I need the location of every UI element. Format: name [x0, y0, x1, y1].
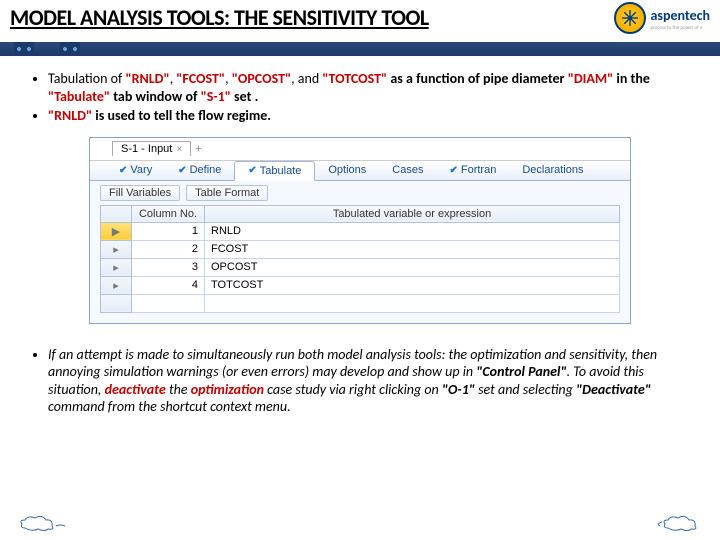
decorative-ribbon — [0, 42, 720, 56]
cell-num[interactable]: 2 — [132, 240, 205, 258]
text: as a function of pipe diameter — [387, 70, 568, 87]
row-handle[interactable]: ▶ — [101, 222, 132, 240]
keyword: "TOTCOST" — [322, 70, 387, 87]
corner-cell — [101, 205, 132, 222]
table-row-empty[interactable] — [101, 294, 620, 312]
tab-tabulate[interactable]: ✔ Tabulate — [234, 161, 315, 181]
fill-variables-button[interactable]: Fill Variables — [100, 185, 180, 201]
logo-text: aspentech — [650, 7, 710, 24]
app-screenshot: S-1 - Input × + ✔Vary ✔Define ✔Tabulate … — [89, 137, 631, 324]
cell-num[interactable]: 4 — [132, 276, 205, 294]
tab-label: S-1 - Input — [121, 143, 172, 155]
keyword: "OPCOST" — [232, 70, 291, 87]
tab-label: Cases — [392, 164, 423, 176]
bottom-notes: If an attempt is made to simultaneously … — [0, 332, 720, 416]
tab-label: Declarations — [522, 164, 583, 176]
text: set . — [231, 88, 258, 105]
cell-value[interactable] — [205, 294, 620, 312]
cell-value[interactable]: TOTCOST — [205, 276, 620, 294]
table-row[interactable]: ▸ 4 TOTCOST — [101, 276, 620, 294]
text: the — [166, 381, 191, 398]
keyword: "Deactivate" — [576, 381, 651, 398]
keyword: "DIAM" — [568, 70, 614, 87]
bullet-list-top: Tabulation of "RNLD", "FCOST", "OPCOST",… — [30, 70, 690, 125]
tab-declarations[interactable]: Declarations — [509, 161, 596, 180]
tab-label: Fortran — [461, 164, 496, 176]
check-icon: ✔ — [119, 165, 127, 176]
text: set and selecting — [475, 381, 576, 398]
cell-value[interactable]: RNLD — [205, 222, 620, 240]
logo-icon — [614, 2, 646, 34]
tab-cases[interactable]: Cases — [379, 161, 436, 180]
tab-label: Vary — [130, 164, 152, 176]
tab-fortran[interactable]: ✔ Fortran — [436, 161, 509, 180]
table-format-button[interactable]: Table Format — [186, 185, 268, 201]
text: Tabulation of — [48, 70, 125, 87]
row-handle[interactable]: ▸ — [101, 276, 132, 294]
tab-label: Define — [190, 164, 222, 176]
keyword: "S-1" — [201, 88, 231, 105]
col-header-expression[interactable]: Tabulated variable or expression — [205, 205, 620, 222]
tab-label: Options — [328, 164, 366, 176]
keyword: "RNLD" — [125, 70, 169, 87]
window-tab[interactable]: S-1 - Input × — [112, 141, 191, 156]
check-icon: ✔ — [248, 165, 256, 176]
keyword: "RNLD" — [48, 107, 92, 124]
brand-logo: aspentech process to the power of e — [614, 2, 710, 34]
main-tabs: ✔Vary ✔Define ✔Tabulate Options Cases ✔F… — [90, 161, 630, 181]
row-handle[interactable] — [101, 294, 132, 312]
sub-toolbar: Fill Variables Table Format — [90, 181, 630, 205]
bullet-2: "RNLD" is used to tell the flow regime. — [48, 107, 690, 125]
text: in the — [613, 70, 650, 87]
text: is used to tell the flow regime. — [92, 107, 271, 124]
tab-vary[interactable]: ✔Vary — [106, 161, 165, 180]
decorative-footer — [0, 514, 720, 534]
keyword: "Tabulate" — [48, 88, 110, 105]
cell-value[interactable]: OPCOST — [205, 258, 620, 276]
cell-num[interactable] — [132, 294, 205, 312]
table-row[interactable]: ▸ 3 OPCOST — [101, 258, 620, 276]
keyword: optimization — [191, 381, 264, 398]
logo-tagline: process to the power of e — [650, 25, 710, 31]
content-area: Tabulation of "RNLD", "FCOST", "OPCOST",… — [0, 56, 720, 324]
text: , and — [291, 70, 322, 87]
row-handle[interactable]: ▸ — [101, 258, 132, 276]
cloud-icon — [20, 514, 80, 530]
keyword: "FCOST" — [176, 70, 225, 87]
close-icon[interactable]: × — [176, 144, 182, 155]
text: command from the shortcut context menu. — [48, 398, 291, 415]
keyword: deactivate — [105, 381, 166, 398]
tab-label: Tabulate — [260, 165, 302, 177]
cloud-icon — [640, 514, 700, 530]
cell-value[interactable]: FCOST — [205, 240, 620, 258]
keyword: "Control Panel" — [476, 363, 566, 380]
cell-num[interactable]: 3 — [132, 258, 205, 276]
data-table: Column No. Tabulated variable or express… — [100, 205, 620, 313]
tab-options[interactable]: Options — [315, 161, 379, 180]
col-header-number[interactable]: Column No. — [132, 205, 205, 222]
text: , — [225, 70, 232, 87]
bullet-1: Tabulation of "RNLD", "FCOST", "OPCOST",… — [48, 70, 690, 105]
tab-define[interactable]: ✔ Define — [165, 161, 234, 180]
page-title: MODEL ANALYSIS TOOLS: THE SENSITIVITY TO… — [10, 4, 429, 31]
table-row[interactable]: ▸ 2 FCOST — [101, 240, 620, 258]
table-row[interactable]: ▶ 1 RNLD — [101, 222, 620, 240]
window-tabbar: S-1 - Input × + — [90, 138, 630, 161]
cell-num[interactable]: 1 — [132, 222, 205, 240]
row-handle[interactable]: ▸ — [101, 240, 132, 258]
bullet-bottom: If an attempt is made to simultaneously … — [48, 346, 690, 416]
text: case study via right clicking on — [264, 381, 442, 398]
check-icon: ✔ — [449, 165, 457, 176]
add-tab-button[interactable]: + — [195, 143, 201, 155]
check-icon: ✔ — [178, 165, 186, 176]
keyword: "O-1" — [442, 381, 475, 398]
text: tab window of — [110, 88, 201, 105]
